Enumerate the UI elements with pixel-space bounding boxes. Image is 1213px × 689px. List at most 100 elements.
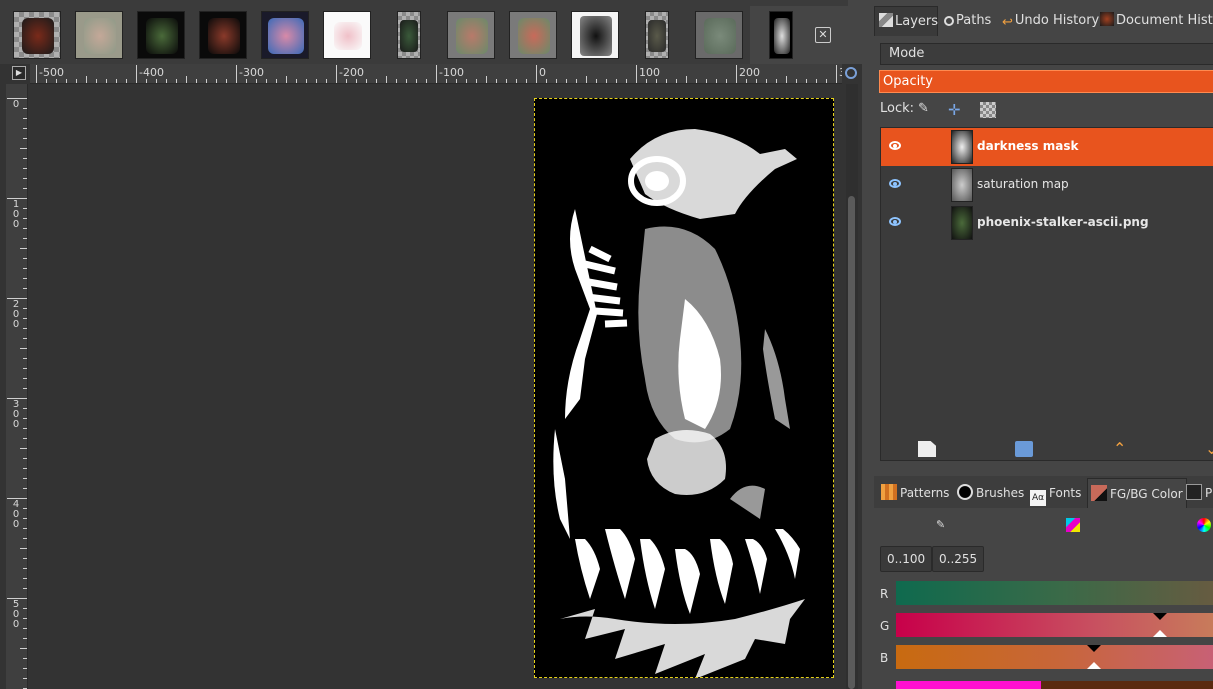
ruler-tick — [246, 79, 247, 83]
tab-fg-bg-color[interactable]: FG/BG Color — [1087, 478, 1187, 508]
lock-alpha-icon[interactable] — [980, 102, 996, 118]
opacity-slider[interactable]: Opacity — [879, 70, 1213, 93]
tab-layers[interactable]: Layers — [874, 6, 938, 36]
navigate-icon[interactable] — [845, 67, 857, 79]
channel-slider-partial[interactable] — [896, 681, 1213, 689]
visibility-eye-icon[interactable] — [889, 179, 901, 188]
ruler-tick — [20, 148, 27, 149]
ruler-tick — [716, 79, 717, 83]
layer-row[interactable]: phoenix-stalker-ascii.png — [881, 204, 1213, 242]
ruler-tick — [23, 108, 27, 109]
ruler-tick — [686, 76, 687, 83]
image-tab-thumbnail[interactable] — [75, 11, 123, 59]
slider-marker[interactable] — [1153, 630, 1167, 637]
slider-marker[interactable] — [1087, 662, 1101, 669]
ruler-tick — [23, 478, 27, 479]
close-icon[interactable]: ✕ — [815, 27, 831, 43]
layer-thumbnail — [951, 206, 973, 240]
active-image-tab[interactable] — [750, 6, 848, 64]
ruler-tick — [116, 79, 117, 83]
lock-position-icon[interactable]: ✛ — [948, 101, 966, 119]
quick-mask-toggle-icon[interactable]: ▶ — [12, 66, 26, 80]
channel-slider-r[interactable] — [896, 581, 1213, 605]
ruler-tick — [23, 628, 27, 629]
color-picker-icon[interactable]: ✎ — [936, 518, 950, 532]
ruler-label: 300 — [12, 399, 20, 430]
new-layer-group-icon[interactable] — [1015, 441, 1033, 457]
image-canvas[interactable] — [534, 98, 834, 678]
image-tab-thumbnail[interactable] — [695, 11, 743, 59]
ruler-tick — [23, 208, 27, 209]
ruler-label: 400 — [12, 499, 20, 530]
ruler-tick — [606, 79, 607, 83]
image-tab-thumbnail[interactable] — [509, 11, 557, 59]
layer-mode-select[interactable]: Mode — [880, 43, 1213, 65]
vertical-scrollbar-thumb[interactable] — [848, 196, 855, 689]
image-tab-thumbnail[interactable] — [769, 11, 793, 59]
ruler-tick — [306, 79, 307, 83]
horizontal-ruler[interactable]: -500 -400 -300 -200 -100 0 100 200 3 — [30, 64, 842, 84]
layer-row[interactable]: darkness mask — [881, 128, 1213, 166]
ruler-tick — [20, 548, 27, 549]
image-tab-thumbnail[interactable] — [323, 11, 371, 59]
new-layer-icon[interactable] — [918, 441, 936, 457]
ruler-tick — [23, 458, 27, 459]
ruler-tick — [706, 79, 707, 83]
ruler-tick — [23, 218, 27, 219]
lower-layer-icon[interactable]: ⌄ — [1205, 441, 1213, 457]
lock-pixels-icon[interactable]: ✎ — [918, 101, 936, 119]
image-tab-thumbnail[interactable] — [199, 11, 247, 59]
image-tab-thumbnail[interactable] — [645, 11, 669, 59]
ruler-tick — [23, 228, 27, 229]
gimp-window: ✕ ▶ -500 -400 -300 -200 -100 0 100 200 3 0 100 200… — [0, 0, 1213, 689]
layer-row[interactable]: saturation map — [881, 166, 1213, 204]
tab-brushes[interactable]: Brushes — [954, 478, 1027, 508]
image-tab-thumbnail[interactable] — [137, 11, 185, 59]
tab-paths[interactable]: Paths — [940, 6, 995, 36]
ruler-tick — [20, 348, 27, 349]
palettes-icon — [1186, 484, 1202, 500]
ruler-tick — [756, 79, 757, 83]
range-0-255-button[interactable]: 0..255 — [932, 546, 985, 572]
tab-fonts[interactable]: Aα Fonts — [1027, 478, 1084, 508]
ruler-label: -400 — [139, 66, 164, 79]
ruler-tick — [23, 258, 27, 259]
tab-document-history[interactable]: Document Histor — [1096, 6, 1213, 36]
slider-marker[interactable] — [1153, 613, 1167, 620]
image-tab-thumbnail[interactable] — [13, 11, 61, 59]
ruler-tick — [23, 638, 27, 639]
ruler-tick — [376, 79, 377, 83]
channel-slider-g[interactable] — [896, 613, 1213, 637]
slider-marker[interactable] — [1087, 645, 1101, 652]
vertical-ruler[interactable]: 0 100 200 300 400 500 — [6, 84, 28, 689]
range-0-100-button[interactable]: 0..100 — [880, 546, 933, 572]
ruler-tick — [386, 76, 387, 83]
ruler-tick — [366, 79, 367, 83]
tab-patterns[interactable]: Patterns — [878, 478, 952, 508]
ruler-tick — [636, 65, 637, 83]
ruler-label: 200 — [739, 66, 760, 79]
undo-icon: ↩ — [1002, 15, 1013, 30]
image-tab-thumbnail[interactable] — [261, 11, 309, 59]
ruler-label: 100 — [639, 66, 660, 79]
ruler-tick — [156, 79, 157, 83]
tab-palettes[interactable]: P — [1183, 478, 1213, 508]
visibility-eye-icon[interactable] — [889, 217, 901, 226]
ruler-tick — [20, 448, 27, 449]
channel-slider-b[interactable] — [896, 645, 1213, 669]
cmyk-selector-icon[interactable] — [1066, 518, 1080, 532]
fg-bg-color-icon — [1091, 485, 1107, 501]
color-wheel-icon[interactable] — [1197, 518, 1211, 532]
tab-undo-history[interactable]: ↩ Undo History — [998, 6, 1103, 36]
ruler-tick — [256, 79, 257, 83]
raise-layer-icon[interactable]: ⌃ — [1113, 441, 1131, 457]
ruler-tick — [816, 79, 817, 83]
ruler-tick — [23, 558, 27, 559]
image-tab-thumbnail[interactable] — [447, 11, 495, 59]
visibility-eye-icon[interactable] — [889, 141, 901, 150]
ruler-label: 0 — [539, 66, 546, 79]
image-tab-thumbnail[interactable] — [397, 11, 421, 59]
ruler-tick — [23, 568, 27, 569]
ruler-tick — [466, 79, 467, 83]
image-tab-thumbnail[interactable] — [571, 11, 619, 59]
